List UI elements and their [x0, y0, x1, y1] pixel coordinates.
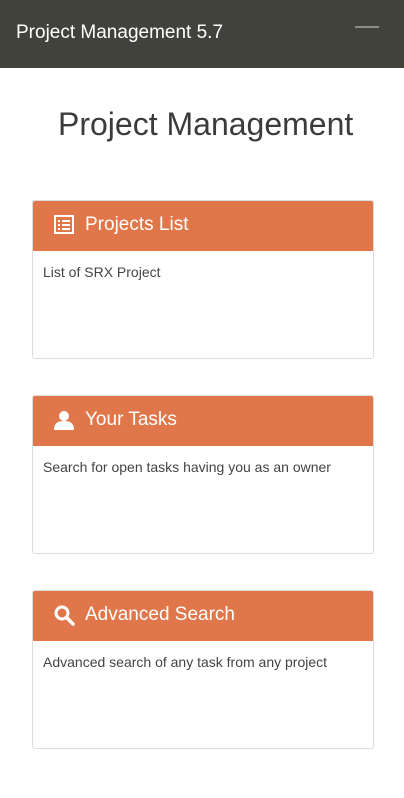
card-title[interactable]: Advanced Search — [85, 603, 235, 627]
advanced-search-card[interactable]: Advanced Search Advanced search of any t… — [32, 590, 374, 749]
card-header[interactable]: Advanced Search — [33, 591, 373, 641]
card-header[interactable]: Projects List — [33, 201, 373, 251]
hamburger-menu-icon — [355, 26, 379, 28]
your-tasks-card[interactable]: Your Tasks Search for open tasks having … — [32, 395, 374, 554]
projects-list-card[interactable]: Projects List List of SRX Project — [32, 200, 374, 359]
search-icon — [54, 605, 75, 626]
card-header[interactable]: Your Tasks — [33, 396, 373, 446]
user-icon — [54, 411, 74, 430]
card-description: Search for open tasks having you as an o… — [43, 459, 331, 475]
card-title[interactable]: Projects List — [85, 213, 188, 237]
page-title: Project Management — [58, 106, 354, 142]
card-description: Advanced search of any task from any pro… — [43, 654, 328, 670]
card-title[interactable]: Your Tasks — [85, 408, 177, 432]
list-icon — [54, 215, 74, 234]
menu-toggle-button[interactable] — [352, 16, 384, 36]
top-navbar: Project Management 5.7 — [0, 0, 404, 68]
card-description: List of SRX Project — [43, 264, 161, 280]
app-title[interactable]: Project Management 5.7 — [16, 21, 223, 45]
